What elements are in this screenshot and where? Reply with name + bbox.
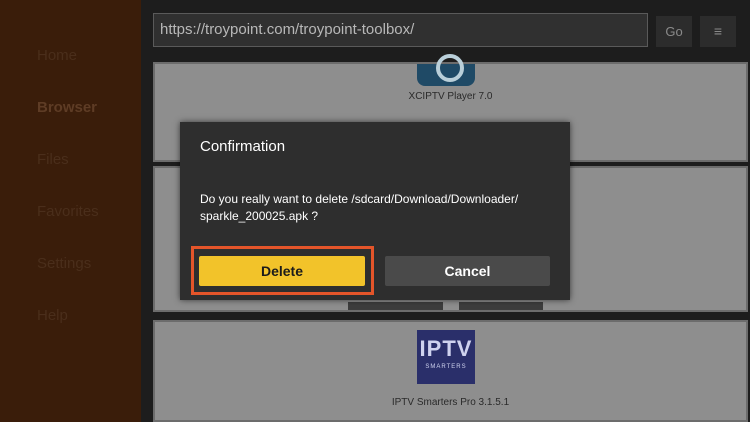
sidebar: Home Browser Files Favorites Settings He… <box>0 0 141 422</box>
app-caption: XCIPTV Player 7.0 <box>408 91 493 102</box>
sidebar-item-help[interactable]: Help <box>37 307 68 324</box>
url-input[interactable]: https://troypoint.com/troypoint-toolbox/ <box>153 13 648 47</box>
iptv-icon-subtext: SMARTERS <box>425 364 467 370</box>
dialog-title: Confirmation <box>200 138 286 155</box>
xciptv-icon <box>417 54 475 86</box>
cancel-button[interactable]: Cancel <box>385 256 550 286</box>
sidebar-item-home[interactable]: Home <box>37 47 77 64</box>
app-caption: IPTV Smarters Pro 3.1.5.1 <box>391 397 510 408</box>
iptv-smarters-icon: IPTV SMARTERS <box>417 330 475 384</box>
sidebar-item-files[interactable]: Files <box>37 151 69 168</box>
list-item[interactable]: IPTV SMARTERS IPTV Smarters Pro 3.1.5.1 <box>153 320 748 422</box>
info-button[interactable] <box>459 302 543 310</box>
download-button[interactable] <box>348 302 443 310</box>
delete-button[interactable]: Delete <box>199 256 365 286</box>
sidebar-item-settings[interactable]: Settings <box>37 255 91 272</box>
menu-icon[interactable]: ≡ <box>700 16 736 47</box>
dialog-message: Do you really want to delete /sdcard/Dow… <box>200 192 519 223</box>
iptv-icon-text: IPTV <box>419 336 473 361</box>
go-button[interactable]: Go <box>656 16 692 47</box>
sidebar-item-browser[interactable]: Browser <box>37 99 97 116</box>
sidebar-item-favorites[interactable]: Favorites <box>37 203 99 220</box>
